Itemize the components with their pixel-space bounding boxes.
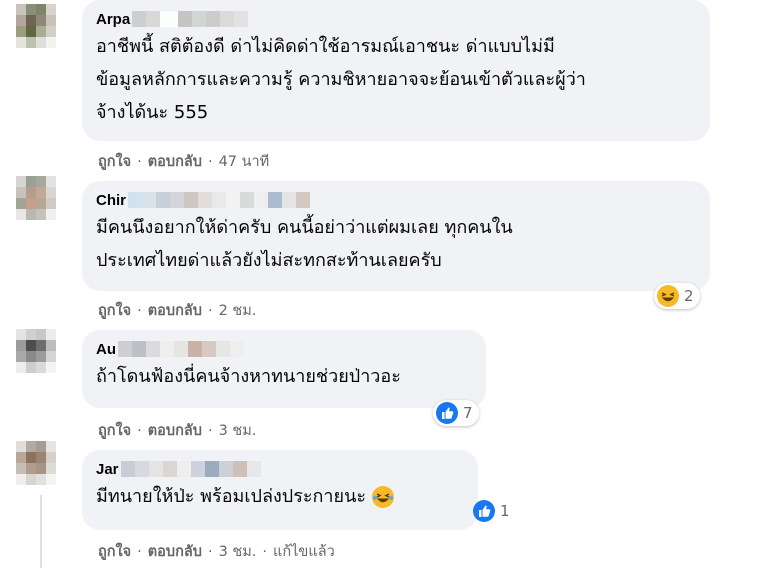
comment-actions: ถูกใจ · ตอบกลับ · 3 ชม. · แก้ไขแล้ว [98, 540, 335, 563]
comment-actions: ถูกใจ · ตอบกลับ · 2 ชม. [98, 299, 256, 322]
comment-text: มีทนายให้ป่ะ พร้อมเปล่งประกายนะ [96, 480, 464, 513]
thread-line [40, 495, 42, 568]
separator-dot: · [262, 543, 268, 560]
reply-link[interactable]: ตอบกลับ [148, 299, 202, 322]
timestamp[interactable]: 2 ชม. [219, 299, 257, 322]
comment-text: มีคนนึงอยากให้ด่าครับ คนนี้อย่าว่าแต่ผมเ… [96, 217, 513, 271]
reaction-count: 7 [463, 404, 473, 422]
reply-link[interactable]: ตอบกลับ [148, 419, 202, 442]
edited-label[interactable]: แก้ไขแล้ว [273, 540, 335, 563]
reaction-badge[interactable]: 2 [654, 283, 700, 309]
reply-link[interactable]: ตอบกลับ [148, 150, 202, 173]
timestamp[interactable]: 3 ชม. [219, 540, 257, 563]
separator-dot: · [207, 302, 213, 319]
avatar[interactable] [16, 441, 56, 485]
laughing-tears-emoji-icon [372, 486, 395, 508]
reply-link[interactable]: ตอบกลับ [148, 540, 202, 563]
comment-text: ถ้าโดนฟ้องนี่คนจ้างหาทนายช่วยป่าวอะ [96, 366, 401, 387]
like-thumb-icon [473, 500, 495, 522]
reaction-badge[interactable]: 1 [470, 498, 516, 524]
separator-dot: · [137, 153, 142, 170]
comment-bubble: Arpa อาชีพนี้ สติต้องดี ด่าไม่คิดด่าใช้อ… [82, 0, 710, 141]
comment-text: อาชีพนี้ สติต้องดี ด่าไม่คิดด่าใช้อารมณ์… [96, 36, 586, 123]
blurred-name [118, 341, 244, 357]
separator-dot: · [137, 543, 142, 560]
separator-dot: · [137, 302, 142, 319]
comment-author[interactable]: Arpa [96, 8, 696, 30]
reaction-count: 1 [500, 502, 510, 520]
avatar[interactable] [16, 4, 56, 48]
like-link[interactable]: ถูกใจ [98, 419, 131, 442]
blurred-name [128, 192, 310, 208]
timestamp[interactable]: 47 นาที [219, 150, 270, 173]
blurred-name [120, 461, 261, 477]
comment-bubble: Jar มีทนายให้ป่ะ พร้อมเปล่งประกายนะ [82, 450, 478, 530]
comment-actions: ถูกใจ · ตอบกลับ · 3 ชม. [98, 419, 256, 442]
separator-dot: · [207, 543, 213, 560]
like-thumb-icon [436, 402, 458, 424]
comment-text-content: มีทนายให้ป่ะ พร้อมเปล่งประกายนะ [96, 486, 367, 507]
reaction-count: 2 [684, 287, 694, 305]
comment-author[interactable]: Au [96, 338, 472, 360]
comment-author[interactable]: Jar [96, 458, 464, 480]
separator-dot: · [207, 153, 213, 170]
comment-bubble: Au ถ้าโดนฟ้องนี่คนจ้างหาทนายช่วยป่าวอะ [82, 330, 486, 408]
separator-dot: · [207, 422, 213, 439]
comment-actions: ถูกใจ · ตอบกลับ · 47 นาที [98, 150, 269, 173]
comment-author[interactable]: Chir [96, 189, 696, 211]
avatar[interactable] [16, 329, 56, 373]
reaction-badge[interactable]: 7 [433, 400, 479, 426]
haha-emoji-icon [657, 285, 679, 307]
avatar[interactable] [16, 176, 56, 220]
separator-dot: · [137, 422, 142, 439]
like-link[interactable]: ถูกใจ [98, 540, 131, 563]
blurred-name [132, 11, 249, 27]
comment-bubble: Chir มีคนนึงอยากให้ด่าครับ คนนี้อย่าว่าแ… [82, 181, 710, 291]
like-link[interactable]: ถูกใจ [98, 299, 131, 322]
timestamp[interactable]: 3 ชม. [219, 419, 257, 442]
like-link[interactable]: ถูกใจ [98, 150, 131, 173]
